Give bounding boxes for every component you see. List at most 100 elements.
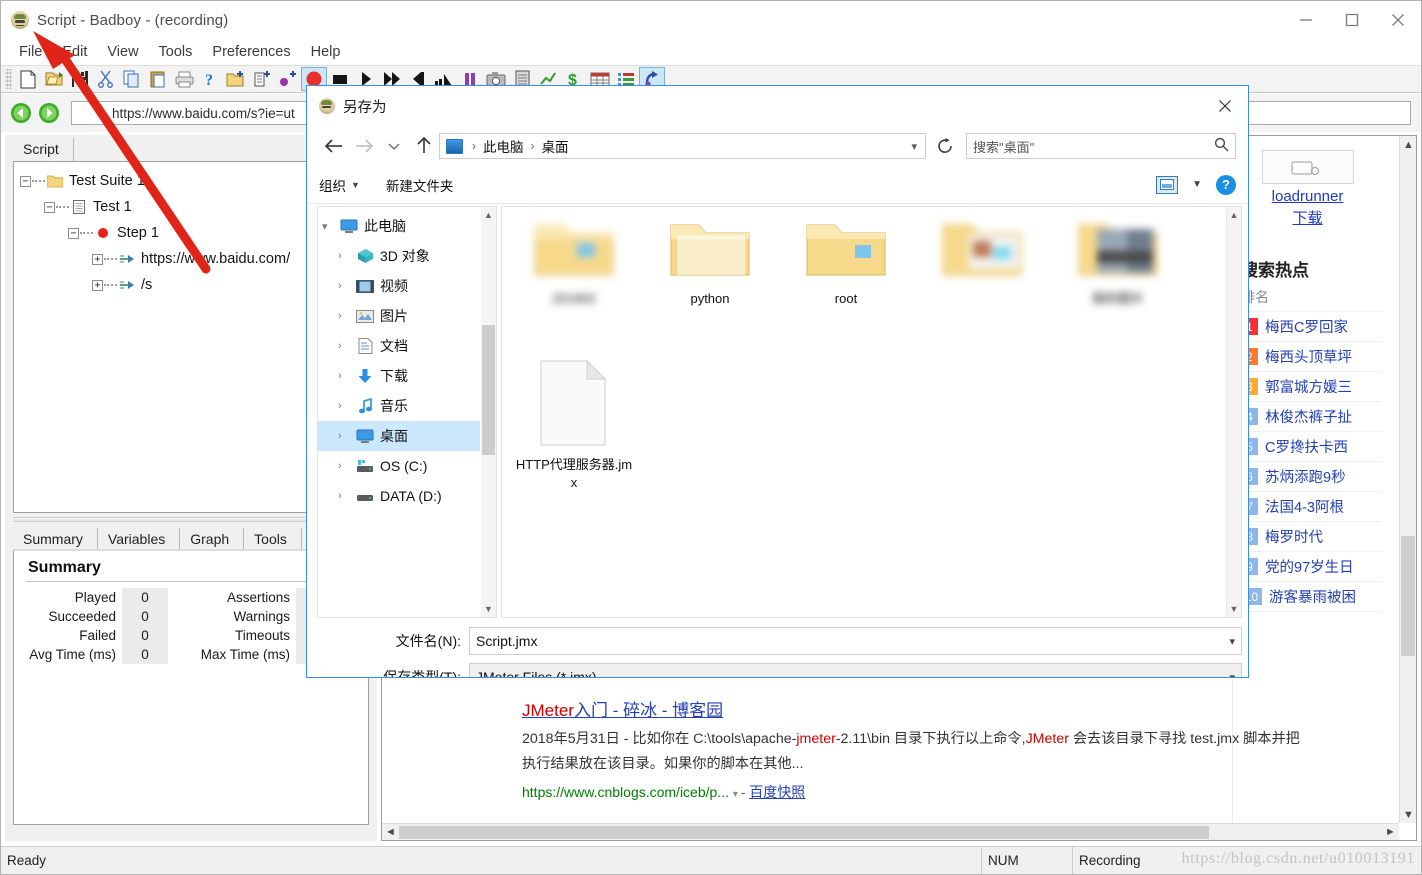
scroll-right-icon[interactable]: ►	[1382, 824, 1399, 841]
tree-item-pictures[interactable]: › 图片	[318, 301, 480, 331]
chevron-down-icon[interactable]	[379, 131, 409, 161]
browser-back-icon[interactable]	[7, 99, 35, 127]
file-item[interactable]: HTTP代理服务器.jmx	[506, 359, 642, 519]
breadcrumb-this-pc[interactable]: 此电脑	[480, 136, 527, 156]
tree-item-this-pc[interactable]: ▾ 此电脑	[318, 211, 480, 241]
cut-icon[interactable]	[93, 67, 119, 91]
new-test-icon[interactable]	[249, 67, 275, 91]
tree-item-videos[interactable]: › 视频	[318, 271, 480, 301]
breadcrumb-bar[interactable]: › 此电脑 › 桌面 ▾	[439, 133, 926, 159]
search-input[interactable]: 搜索"桌面"	[966, 133, 1236, 159]
hot-link[interactable]: 游客暴雨被困	[1269, 586, 1356, 607]
menu-tools[interactable]: Tools	[149, 42, 203, 62]
browser-vertical-scrollbar[interactable]: ▲ ▼	[1399, 136, 1416, 823]
help-question-icon[interactable]: ?	[197, 67, 223, 91]
filename-input[interactable]: Script.jmx ▾	[469, 627, 1242, 655]
scroll-up-icon[interactable]: ▲	[1400, 136, 1416, 153]
tree-scroll-thumb[interactable]	[482, 325, 495, 455]
expander-minus-icon[interactable]: −	[68, 227, 79, 239]
minimize-icon[interactable]	[1283, 1, 1329, 39]
chevron-right-icon[interactable]: ›	[338, 460, 354, 472]
tree-item-3d-objects[interactable]: › 3D 对象	[318, 241, 480, 271]
chevron-right-icon[interactable]: ›	[338, 340, 354, 352]
refresh-icon[interactable]	[932, 133, 958, 159]
new-document-icon[interactable]	[15, 67, 41, 91]
filetype-select[interactable]: JMeter Files (*.jmx) ▾	[469, 663, 1242, 678]
search-icon[interactable]	[1214, 137, 1229, 155]
hot-link[interactable]: 党的97岁生日	[1265, 556, 1354, 577]
tab-summary[interactable]: Summary	[13, 528, 98, 551]
forward-arrow-icon[interactable]	[349, 131, 379, 161]
hot-row[interactable]: 4 林俊杰裤子扯	[1233, 401, 1382, 431]
maximize-icon[interactable]	[1329, 1, 1375, 39]
expander-minus-icon[interactable]: −	[20, 175, 31, 187]
new-folder-button[interactable]: 新建文件夹	[386, 175, 454, 195]
file-item[interactable]: python	[642, 213, 778, 359]
tree-item-documents[interactable]: › 文档	[318, 331, 480, 361]
scroll-down-icon[interactable]: ▼	[481, 604, 496, 614]
hot-row[interactable]: 2 梅西头顶草坪	[1233, 341, 1382, 371]
chevron-down-icon[interactable]: ▾	[1229, 671, 1235, 678]
hot-row[interactable]: 10 游客暴雨被困	[1233, 581, 1382, 611]
horizontal-scroll-thumb[interactable]	[399, 825, 1209, 839]
chevron-down-icon[interactable]: ▾	[733, 789, 741, 800]
expander-plus-icon[interactable]: +	[92, 279, 103, 291]
chevron-down-icon[interactable]: ▾	[1229, 635, 1235, 648]
scroll-down-icon[interactable]: ▼	[1400, 806, 1416, 823]
scroll-up-icon[interactable]: ▲	[481, 207, 496, 220]
hot-row[interactable]: 6 苏炳添跑9秒	[1233, 461, 1382, 491]
file-item[interactable]: root	[778, 213, 914, 359]
hot-row[interactable]: 1 梅西C罗回家	[1233, 311, 1382, 341]
hot-link[interactable]: 梅西头顶草坪	[1265, 346, 1352, 367]
menu-view[interactable]: View	[97, 42, 148, 62]
tree-item-desktop[interactable]: › 桌面	[318, 421, 480, 451]
back-arrow-icon[interactable]	[319, 131, 349, 161]
chevron-right-icon[interactable]: ›	[338, 250, 354, 262]
vertical-scroll-thumb[interactable]	[1401, 536, 1415, 656]
hot-row[interactable]: 9 党的97岁生日	[1233, 551, 1382, 581]
result-snapshot-link[interactable]: 百度快照	[749, 784, 805, 800]
dialog-folder-tree[interactable]: ▾ 此电脑 › 3D 对象 › 视频 › 图片 › 文档 › 下载 › 音乐 ›…	[317, 206, 497, 618]
hot-row[interactable]: 8 梅罗时代	[1233, 521, 1382, 551]
chevron-right-icon[interactable]: ›	[338, 310, 354, 322]
ad-link-loadrunner[interactable]: loadrunner	[1233, 186, 1382, 208]
hot-link[interactable]: 梅西C罗回家	[1265, 316, 1348, 337]
new-step-icon[interactable]	[275, 67, 301, 91]
paste-icon[interactable]	[145, 67, 171, 91]
menu-edit[interactable]: Edit	[52, 42, 97, 62]
hot-row[interactable]: 5 C罗搀扶卡西	[1233, 431, 1382, 461]
menu-help[interactable]: Help	[301, 42, 351, 62]
file-item[interactable]: 201902	[506, 213, 642, 359]
view-dropdown-icon[interactable]: ▼	[1192, 179, 1202, 190]
tab-tools[interactable]: Tools	[244, 528, 302, 551]
hot-row[interactable]: 3 郭富城方媛三	[1233, 371, 1382, 401]
expander-minus-icon[interactable]: −	[44, 201, 55, 213]
tree-item-os-drive[interactable]: › OS (C:)	[318, 451, 480, 481]
tab-graph[interactable]: Graph	[180, 528, 245, 551]
save-icon[interactable]	[67, 67, 93, 91]
view-layout-icon[interactable]	[1156, 175, 1179, 194]
hot-link[interactable]: 法国4-3阿根	[1265, 496, 1344, 517]
breadcrumb-dropdown-icon[interactable]: ▾	[911, 140, 921, 153]
file-list-scrollbar[interactable]: ▲ ▼	[1226, 207, 1241, 617]
scroll-up-icon[interactable]: ▲	[1227, 207, 1241, 220]
up-arrow-icon[interactable]	[409, 131, 439, 161]
scroll-down-icon[interactable]: ▼	[1227, 604, 1241, 614]
scroll-left-icon[interactable]: ◄	[382, 824, 399, 841]
print-icon[interactable]	[171, 67, 197, 91]
chevron-right-icon[interactable]: ›	[338, 490, 354, 502]
open-folder-icon[interactable]	[41, 67, 67, 91]
tree-item-downloads[interactable]: › 下载	[318, 361, 480, 391]
menu-file[interactable]: File	[9, 42, 52, 62]
chevron-right-icon[interactable]: ›	[338, 280, 354, 292]
file-item[interactable]: 我的图片	[1050, 213, 1186, 359]
tree-item-music[interactable]: › 音乐	[318, 391, 480, 421]
browser-horizontal-scrollbar[interactable]: ◄ ►	[382, 823, 1399, 840]
tree-scrollbar[interactable]: ▲ ▼	[481, 207, 496, 617]
hot-link[interactable]: C罗搀扶卡西	[1265, 436, 1348, 457]
hot-row[interactable]: 7 法国4-3阿根	[1233, 491, 1382, 521]
chevron-right-icon[interactable]: ›	[338, 400, 354, 412]
browser-forward-icon[interactable]	[35, 99, 63, 127]
hot-link[interactable]: 郭富城方媛三	[1265, 376, 1352, 397]
dialog-file-list[interactable]: 201902 python root 我的图片 HTTP代理服务器.jmx ▲ …	[501, 206, 1242, 618]
